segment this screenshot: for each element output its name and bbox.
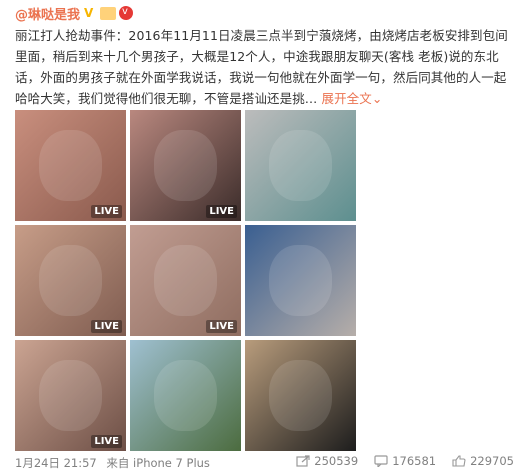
photo-thumbnail[interactable]: LIVE [130, 110, 241, 221]
post-body: 丽江打人抢劫事件：2016年11月11日凌晨三点半到宁蒗烧烤，由烧烤店老板安排到… [15, 28, 508, 106]
source: 来自 iPhone 7 Plus [106, 456, 210, 470]
expand-arrow-icon: ⌄ [371, 91, 383, 106]
photo-thumbnail[interactable] [245, 340, 356, 451]
share-button[interactable]: 250539 [296, 454, 358, 468]
live-photo-badge: LIVE [91, 435, 122, 448]
live-photo-badge: LIVE [91, 320, 122, 333]
photo-content [154, 244, 217, 316]
photo-content [269, 359, 332, 431]
photo-content [39, 359, 102, 431]
timestamp[interactable]: 1月24日 21:57 [15, 456, 97, 470]
post-footer: 1月24日 21:57 来自 iPhone 7 Plus 250539 1765… [0, 452, 522, 472]
image-grid: LIVE LIVE LIVE LIVE LIVE [15, 110, 356, 451]
post-header: @琳哒是我 V [15, 2, 134, 24]
photo-thumbnail[interactable]: LIVE [130, 225, 241, 336]
post-text: 丽江打人抢劫事件：2016年11月11日凌晨三点半到宁蒗烧烤，由烧烤店老板安排到… [15, 25, 515, 109]
photo-thumbnail[interactable]: LIVE [15, 225, 126, 336]
photo-thumbnail[interactable] [245, 110, 356, 221]
expand-full-text-link[interactable]: 展开全文⌄ [321, 91, 382, 106]
live-photo-badge: LIVE [91, 205, 122, 218]
photo-content [154, 359, 217, 431]
stats-bar: 250539 176581 229705 [296, 454, 514, 468]
photo-thumbnail[interactable]: LIVE [15, 110, 126, 221]
like-button[interactable]: 229705 [452, 454, 514, 468]
expand-label[interactable]: 展开全文 [321, 91, 371, 106]
like-count: 229705 [470, 454, 514, 468]
verified-v-icon: V [84, 5, 94, 20]
post-meta: 1月24日 21:57 来自 iPhone 7 Plus [15, 455, 210, 471]
share-count: 250539 [314, 454, 359, 468]
photo-thumbnail[interactable]: LIVE [15, 340, 126, 451]
photo-content [269, 244, 332, 316]
photo-thumbnail[interactable] [130, 340, 241, 451]
share-icon [296, 455, 310, 467]
photo-content [39, 244, 102, 316]
comment-button[interactable]: 176581 [374, 454, 436, 468]
comment-count: 176581 [392, 454, 437, 468]
photo-content [39, 129, 102, 201]
photo-content [269, 129, 332, 201]
username-link[interactable]: @琳哒是我 [15, 4, 80, 23]
vip-ribbon-icon [119, 6, 134, 20]
thumbs-up-icon [452, 455, 466, 467]
live-photo-badge: LIVE [206, 205, 237, 218]
photo-thumbnail[interactable] [245, 225, 356, 336]
member-crown-icon [100, 6, 117, 20]
weibo-post-card: @琳哒是我 V 丽江打人抢劫事件：2016年11月11日凌晨三点半到宁蒗烧烤，由… [0, 0, 522, 472]
live-photo-badge: LIVE [206, 320, 237, 333]
comment-icon [374, 455, 388, 467]
photo-content [154, 129, 217, 201]
